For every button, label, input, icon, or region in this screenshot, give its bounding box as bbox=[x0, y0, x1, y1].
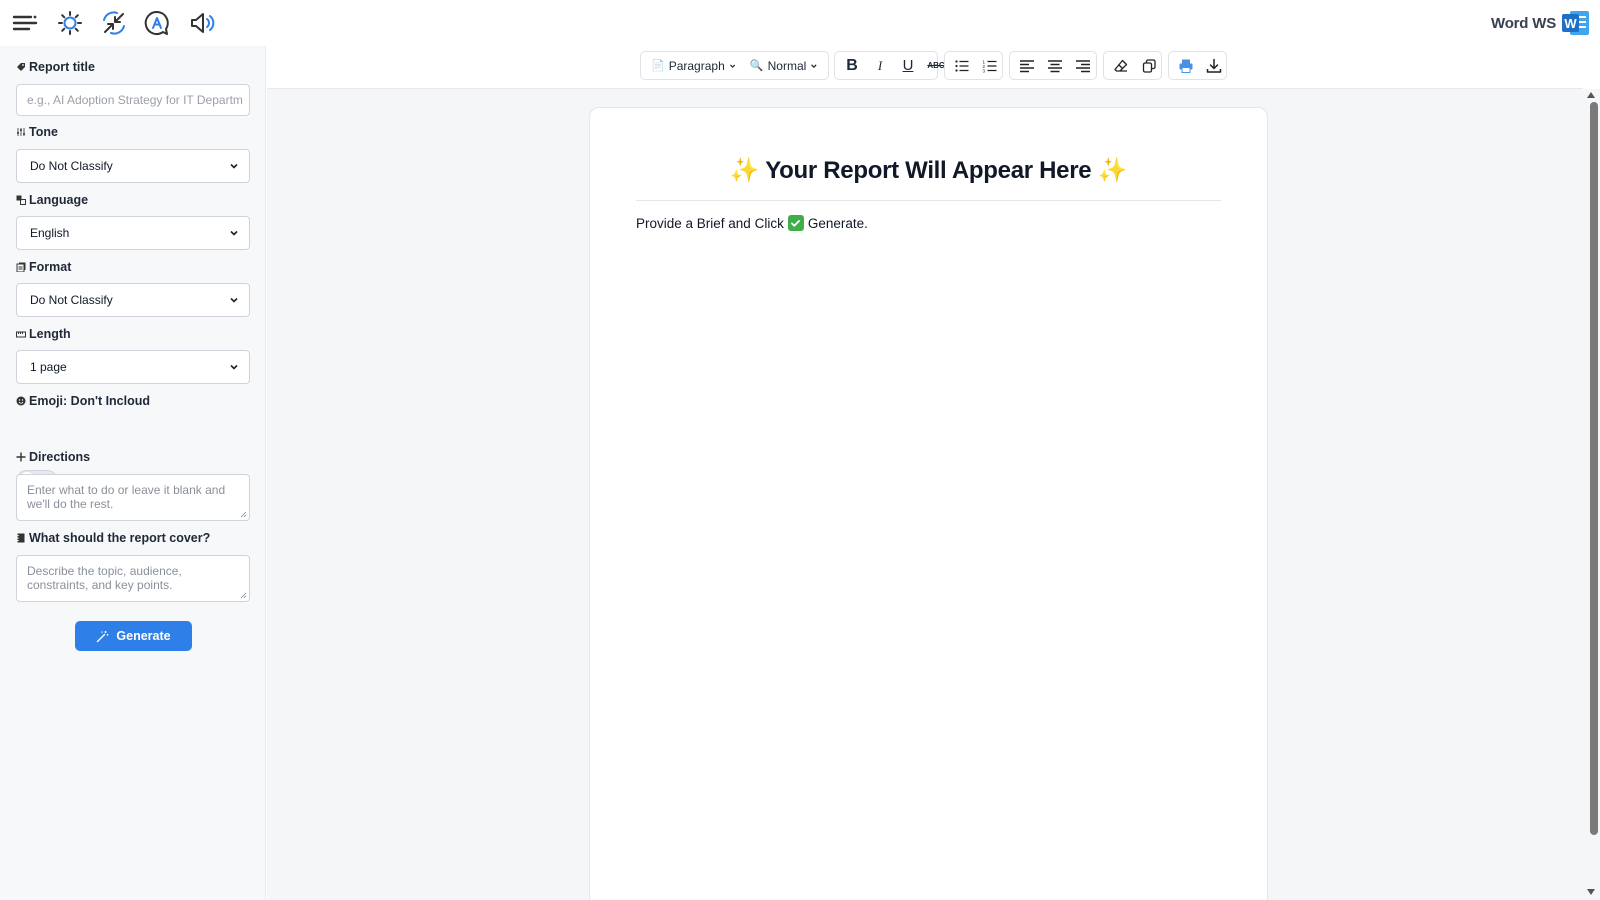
speaker-icon[interactable] bbox=[186, 8, 216, 38]
check-mark-icon bbox=[787, 215, 804, 231]
settings-sidebar: Report title e.g., AI Adoption Strategy … bbox=[0, 46, 266, 900]
chevron-down-icon bbox=[230, 163, 238, 169]
block-format-dropdown[interactable]: 📄 Paragraph bbox=[645, 53, 742, 78]
format-select[interactable]: Do Not Classify bbox=[16, 283, 250, 317]
document-title: ✨ Your Report Will Appear Here ✨ bbox=[590, 156, 1267, 185]
brand-name: Word WS bbox=[1491, 14, 1556, 32]
document-body: Provide a Brief and Click Generate. bbox=[636, 215, 868, 231]
language-select[interactable]: English bbox=[16, 216, 250, 250]
menu-icon[interactable] bbox=[10, 8, 40, 38]
format-label: Format bbox=[16, 260, 71, 274]
cover-textarea[interactable]: Describe the topic, audience, constraint… bbox=[16, 555, 250, 602]
format-value: Do Not Classify bbox=[30, 293, 113, 307]
zoom-dropdown[interactable]: 🔍 Normal bbox=[744, 53, 824, 78]
chevron-down-icon bbox=[230, 364, 238, 370]
tone-sliders-icon bbox=[16, 127, 26, 137]
list-group: 123 bbox=[944, 51, 1003, 80]
scroll-up-arrow-icon[interactable] bbox=[1587, 92, 1595, 98]
length-select[interactable]: 1 page bbox=[16, 350, 250, 384]
tag-icon bbox=[16, 62, 26, 72]
theme-sun-icon[interactable] bbox=[55, 8, 85, 38]
format-dropdown-group: 📄 Paragraph 🔍 Normal bbox=[640, 51, 829, 80]
eraser-icon[interactable] bbox=[1108, 53, 1134, 78]
tone-label: Tone bbox=[16, 125, 58, 139]
block-format-value: Paragraph bbox=[668, 58, 725, 73]
align-right-icon[interactable] bbox=[1070, 53, 1096, 78]
document-body-text-start: Provide a Brief and Click bbox=[636, 215, 784, 231]
top-bar: Word WS W bbox=[0, 0, 1600, 46]
scroll-down-arrow-icon[interactable] bbox=[1587, 889, 1595, 895]
bullet-list-icon[interactable] bbox=[949, 53, 975, 78]
tone-select[interactable]: Do Not Classify bbox=[16, 149, 250, 183]
cover-label: What should the report cover? bbox=[16, 531, 210, 545]
translate-icon bbox=[16, 195, 26, 205]
smiley-icon bbox=[16, 396, 26, 406]
resize-grip-icon[interactable] bbox=[240, 511, 247, 518]
length-label: Length bbox=[16, 327, 71, 341]
numbered-list-icon[interactable]: 123 bbox=[977, 53, 1003, 78]
directions-label: Directions bbox=[16, 450, 90, 464]
directions-move-icon bbox=[16, 452, 26, 462]
zoom-value: Normal bbox=[767, 58, 807, 73]
generate-button[interactable]: Generate bbox=[75, 621, 192, 651]
word-logo-letter: W bbox=[1564, 16, 1577, 31]
scrollbar-thumb[interactable] bbox=[1590, 102, 1598, 835]
copy-icon[interactable] bbox=[1136, 53, 1162, 78]
auto-text-icon[interactable] bbox=[142, 8, 172, 38]
sparkles-icon: ✨ bbox=[1097, 157, 1128, 184]
length-value: 1 page bbox=[30, 360, 67, 374]
italic-button[interactable]: I bbox=[867, 53, 893, 78]
resize-grip-icon[interactable] bbox=[240, 592, 247, 599]
print-download-group bbox=[1168, 51, 1227, 80]
print-icon[interactable] bbox=[1173, 53, 1199, 78]
document-icon: 📄 bbox=[651, 60, 665, 72]
sparkles-icon: ✨ bbox=[729, 157, 760, 184]
generate-label: Generate bbox=[116, 629, 171, 643]
chevron-down-icon bbox=[811, 63, 817, 68]
ruler-icon bbox=[16, 329, 26, 339]
notebook-icon bbox=[16, 533, 26, 543]
directions-placeholder: Enter what to do or leave it blank and w… bbox=[27, 483, 226, 511]
alignment-group bbox=[1009, 51, 1097, 80]
chevron-down-icon bbox=[729, 64, 735, 68]
document-format-icon bbox=[16, 262, 26, 272]
svg-text:3: 3 bbox=[983, 68, 986, 73]
align-left-icon[interactable] bbox=[1014, 53, 1040, 78]
report-title-label: Report title bbox=[16, 60, 95, 74]
chevron-down-icon bbox=[230, 230, 238, 236]
document-body-text-end: Generate. bbox=[807, 215, 868, 231]
language-label: Language bbox=[16, 193, 88, 207]
bold-button[interactable]: B bbox=[839, 53, 865, 78]
collapse-arrows-icon[interactable] bbox=[99, 8, 129, 38]
magic-wand-icon bbox=[97, 630, 109, 642]
brand: Word WS W bbox=[1491, 7, 1590, 39]
language-value: English bbox=[30, 226, 70, 240]
emoji-label: Emoji: Don't Incloud bbox=[16, 394, 150, 408]
align-center-icon[interactable] bbox=[1042, 53, 1068, 78]
report-title-placeholder: e.g., AI Adoption Strategy for IT Depart… bbox=[27, 93, 243, 107]
chevron-down-icon bbox=[230, 297, 238, 303]
cover-placeholder: Describe the topic, audience, constraint… bbox=[27, 564, 182, 592]
document-title-text: Your Report Will Appear Here bbox=[765, 157, 1092, 184]
magnifier-icon: 🔍 bbox=[749, 60, 764, 72]
title-divider bbox=[636, 200, 1221, 201]
document-page[interactable]: ✨ Your Report Will Appear Here ✨ Provide… bbox=[589, 107, 1268, 900]
text-style-group: B I U ABC bbox=[834, 51, 945, 80]
tone-value: Do Not Classify bbox=[30, 159, 113, 173]
underline-button[interactable]: U bbox=[895, 53, 921, 78]
word-logo-icon: W bbox=[1561, 9, 1590, 37]
download-icon[interactable] bbox=[1201, 53, 1227, 78]
directions-textarea[interactable]: Enter what to do or leave it blank and w… bbox=[16, 474, 250, 521]
report-title-input[interactable]: e.g., AI Adoption Strategy for IT Depart… bbox=[16, 84, 250, 116]
clear-copy-group bbox=[1103, 51, 1162, 80]
